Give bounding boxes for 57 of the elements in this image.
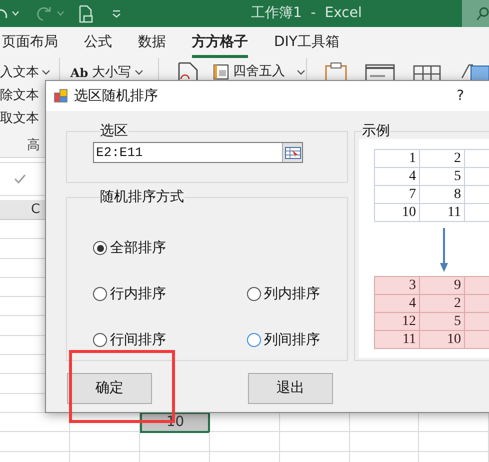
group-label: 高 <box>27 137 41 155</box>
search-button[interactable] <box>462 0 489 27</box>
chevron-down-icon <box>135 70 144 75</box>
ribbon-command[interactable]: Ab 大小写 <box>70 64 158 81</box>
radio-option[interactable]: 列内排序 <box>247 285 347 303</box>
table-cell: 4 <box>375 168 420 186</box>
range-field[interactable]: E2:E11 <box>93 142 303 163</box>
table-cell: 10 <box>420 331 465 349</box>
table-cell: 7 <box>375 186 420 204</box>
table-cell: 12 <box>375 313 420 331</box>
table-cell: 1 <box>375 150 420 168</box>
search-icon <box>477 6 489 20</box>
table-cell: 2 <box>420 150 465 168</box>
table-cell: 3 <box>375 277 420 295</box>
ribbon-tab[interactable]: DIY工具箱 <box>274 30 340 58</box>
table-cell: 9 <box>420 277 465 295</box>
undo-icon[interactable] <box>0 6 8 20</box>
radio-button[interactable] <box>93 333 107 347</box>
help-button[interactable]: ? <box>456 86 464 106</box>
radio-option[interactable]: 行内排序 <box>93 285 247 303</box>
chevron-down-icon <box>42 70 50 75</box>
table-cell: 2 <box>420 295 465 313</box>
group-label: 随机排序方式 <box>100 189 184 205</box>
ribbon-tab[interactable]: 页面布局 <box>2 30 58 58</box>
table-cell: 10 <box>375 204 420 222</box>
radio-button[interactable] <box>247 333 261 347</box>
group-label: 示例 <box>362 123 390 139</box>
table-cell: 5 <box>420 313 465 331</box>
radio-option[interactable]: 列间排序 <box>247 331 347 349</box>
document-icon[interactable] <box>177 62 199 82</box>
ribbon-tab[interactable]: 数据 <box>138 30 166 58</box>
ribbon-command[interactable]: 四舍五入 <box>213 62 305 82</box>
range-picker-button[interactable] <box>282 143 302 162</box>
customize-icon[interactable] <box>112 10 121 18</box>
ribbon-tab[interactable]: 公式 <box>84 30 112 58</box>
table-cell: 5 <box>420 168 465 186</box>
window-title: 工作簿1 - Excel <box>251 4 362 23</box>
table-cell: 8 <box>420 186 465 204</box>
ribbon-command[interactable]: 入文本 <box>0 64 60 81</box>
chevron-down-icon <box>297 70 305 74</box>
radio-button[interactable] <box>93 287 107 301</box>
radio-button[interactable] <box>247 287 261 301</box>
range-picker-icon <box>284 146 300 158</box>
check-icon[interactable] <box>14 174 26 184</box>
down-arrow-icon <box>440 228 448 272</box>
radio-option[interactable]: 行间排序 <box>93 331 247 349</box>
radio-option[interactable]: 全部排序 <box>93 239 347 257</box>
table-cell: 11 <box>420 204 465 222</box>
group-label: 选区 <box>100 123 128 139</box>
table-cell: 11 <box>375 331 420 349</box>
table-cell: 4 <box>375 295 420 313</box>
print-preview-icon[interactable] <box>79 4 93 22</box>
dialog-title: 选区随机排序 <box>74 86 158 106</box>
app-icon <box>54 89 68 103</box>
dialog-button[interactable]: 确定 <box>67 373 152 404</box>
dialog-button[interactable]: 退出 <box>248 373 333 404</box>
radio-button[interactable] <box>93 241 107 255</box>
